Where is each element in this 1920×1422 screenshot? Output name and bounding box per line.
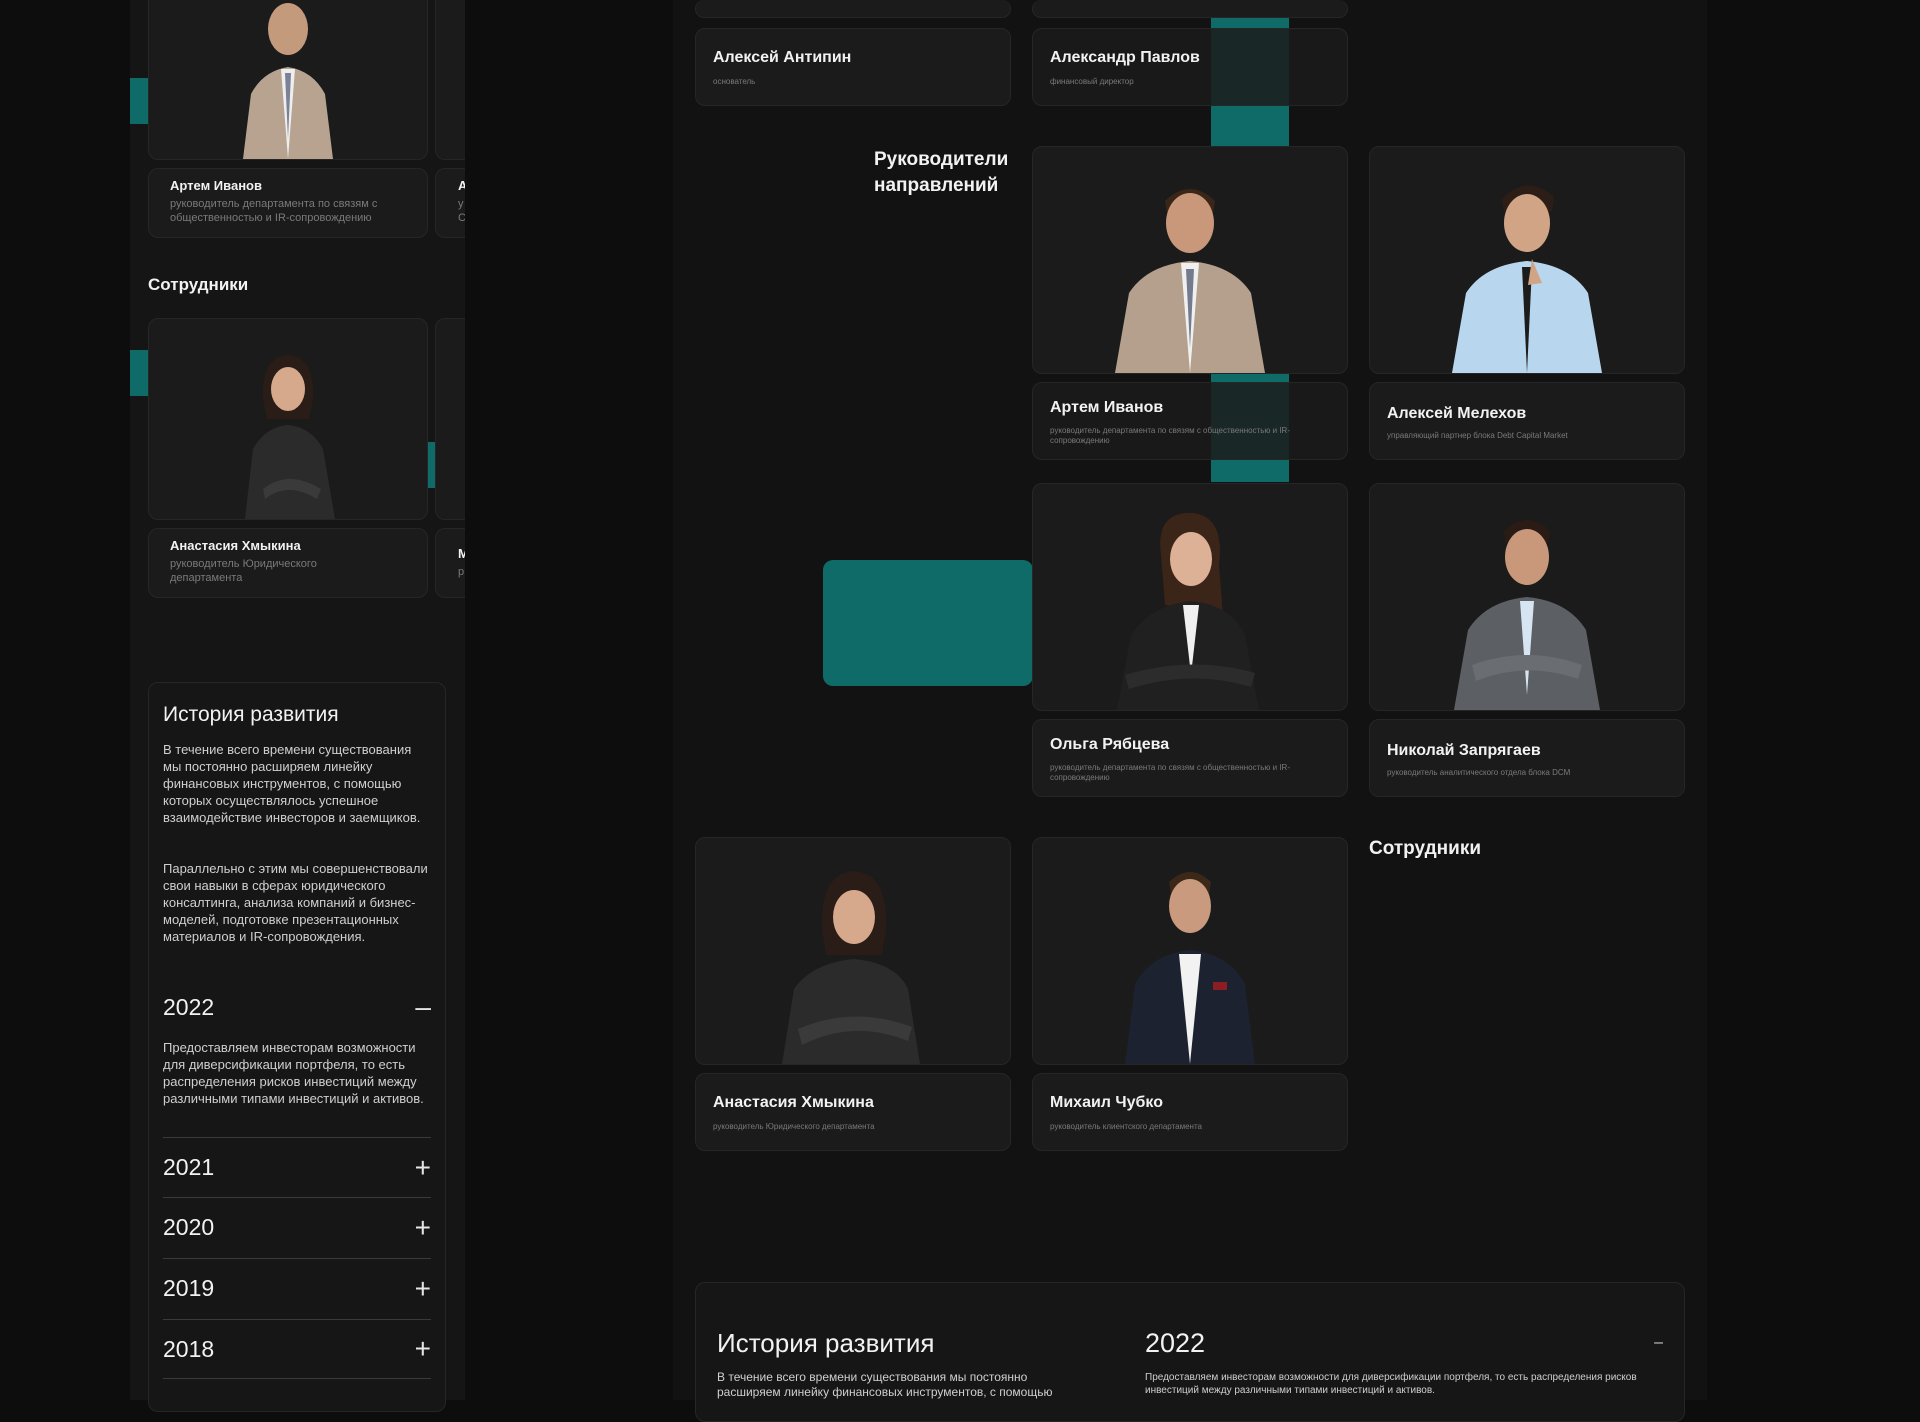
mobile-history-para2: Параллельно с этим мы совершенствовали с… <box>163 861 428 944</box>
expand-icon[interactable]: + <box>415 1212 431 1244</box>
peek-role: у <box>458 198 464 210</box>
desktop-teal-block <box>823 560 1033 686</box>
employee-photo-1 <box>695 837 1011 1065</box>
person-name: Артем Иванов <box>170 178 262 193</box>
head-role: руководитель департамента по связям с об… <box>1050 426 1290 446</box>
employee-info-2: Михаил Чубко руководитель клиентского де… <box>1032 1073 1348 1151</box>
head-name: Николай Запрягаев <box>1387 742 1541 759</box>
accordion-2022-header[interactable]: 2022 – <box>163 990 431 1024</box>
heads-heading: Руководители направлений <box>874 149 1009 196</box>
head-role: управляющий партнер блока Debt Capital M… <box>1387 431 1568 440</box>
accordion-year: 2019 <box>163 1275 215 1301</box>
accordion-2022-text: Предоставляем инвесторам возможности для… <box>163 1040 424 1106</box>
employee-name: Анастасия Хмыкина <box>170 538 301 553</box>
head-photo-1 <box>1032 146 1348 374</box>
head-name: Ольга Рябцева <box>1050 736 1170 753</box>
employee-role: руководитель Юридического департамента <box>170 558 317 585</box>
founder-name: Александр Павлов <box>1050 49 1200 66</box>
person-silhouette-icon <box>243 3 333 159</box>
mobile-employee-info: Анастасия Хмыкина руководитель Юридическ… <box>148 528 428 598</box>
mobile-teal-accent-2 <box>130 350 148 396</box>
head-info-1: Артем Иванов руководитель департамента п… <box>1032 382 1348 460</box>
head-info-4: Николай Запрягаев руководитель аналитиче… <box>1369 719 1685 797</box>
head-photo-3 <box>1032 483 1348 711</box>
person-silhouette-icon <box>1452 185 1602 373</box>
accordion-year: 2022 <box>163 993 215 1020</box>
accordion-2019[interactable]: 2019 + <box>163 1258 431 1318</box>
mobile-employees-heading: Сотрудники <box>148 275 249 294</box>
accordion-year: 2018 <box>163 1335 215 1362</box>
founder-info-2: Александр Павлов финансовый директор <box>1032 28 1348 106</box>
head-role: руководитель департамента по связям с об… <box>1050 763 1290 783</box>
head-info-3: Ольга Рябцева руководитель департамента … <box>1032 719 1348 797</box>
employee-photo-2 <box>1032 837 1348 1065</box>
mobile-panel-right-edge <box>465 0 485 1400</box>
founder-role: финансовый директор <box>1050 77 1134 86</box>
head-info-2: Алексей Мелехов управляющий партнер блок… <box>1369 382 1685 460</box>
peek-role: р <box>458 566 465 578</box>
person-silhouette-icon <box>245 355 335 519</box>
accordion-year: 2020 <box>163 1214 215 1240</box>
accordion-2021[interactable]: 2021 + <box>163 1137 431 1197</box>
expand-icon[interactable]: + <box>415 1152 431 1184</box>
employee-info-1: Анастасия Хмыкина руководитель Юридическ… <box>695 1073 1011 1151</box>
mobile-person-photo <box>148 0 428 160</box>
mobile-teal-accent-1 <box>130 78 148 124</box>
head-photo-2 <box>1369 146 1685 374</box>
desktop-history-title: История развития <box>717 1328 935 1358</box>
person-silhouette-icon <box>782 871 920 1064</box>
person-silhouette-icon <box>1117 512 1259 710</box>
employee-name: Михаил Чубко <box>1050 1094 1163 1111</box>
founder-photo-1 <box>695 0 1011 18</box>
desktop-accordion-2022-text: Предоставляем инвесторам возможности для… <box>1145 1372 1637 1396</box>
founder-photo-2 <box>1032 0 1348 18</box>
head-name: Артем Иванов <box>1050 399 1164 416</box>
head-photo-4 <box>1369 483 1685 711</box>
head-role: руководитель аналитического отдела блока… <box>1387 768 1571 777</box>
person-role: руководитель департамента по связям с об… <box>170 198 378 225</box>
accordion-year: 2021 <box>163 1154 215 1180</box>
employee-role: руководитель Юридического департамента <box>713 1122 875 1131</box>
employee-role: руководитель клиентского департамента <box>1050 1122 1202 1131</box>
founder-name: Алексей Антипин <box>713 49 852 66</box>
person-silhouette-icon <box>1115 189 1265 373</box>
person-silhouette-icon <box>1125 872 1255 1064</box>
desktop-employees-heading: Сотрудники <box>1369 838 1482 859</box>
mobile-history-title: История развития <box>163 703 339 726</box>
expand-icon[interactable]: + <box>415 1333 431 1365</box>
employee-name: Анастасия Хмыкина <box>713 1094 874 1111</box>
expand-icon[interactable]: + <box>415 1273 431 1305</box>
collapse-icon[interactable]: – <box>415 991 431 1023</box>
accordion-year: 2022 <box>1145 1327 1206 1358</box>
desktop-accordion-2022[interactable]: 2022 – <box>1145 1326 1663 1360</box>
desktop-history-text: В течение всего времени существования мы… <box>717 1370 1053 1399</box>
founder-role: основатель <box>713 77 756 86</box>
mobile-history-para1: В течение всего времени существования мы… <box>163 742 421 825</box>
founder-info-1: Алексей Антипин основатель <box>695 28 1011 106</box>
mobile-person-info: Артем Иванов руководитель департамента п… <box>148 168 428 238</box>
person-silhouette-icon <box>1454 520 1600 710</box>
collapse-icon[interactable]: – <box>1654 1334 1663 1352</box>
mobile-employee-photo <box>148 318 428 520</box>
head-name: Алексей Мелехов <box>1387 405 1527 422</box>
accordion-2018[interactable]: 2018 + <box>163 1319 431 1379</box>
accordion-2020[interactable]: 2020 + <box>163 1197 431 1257</box>
